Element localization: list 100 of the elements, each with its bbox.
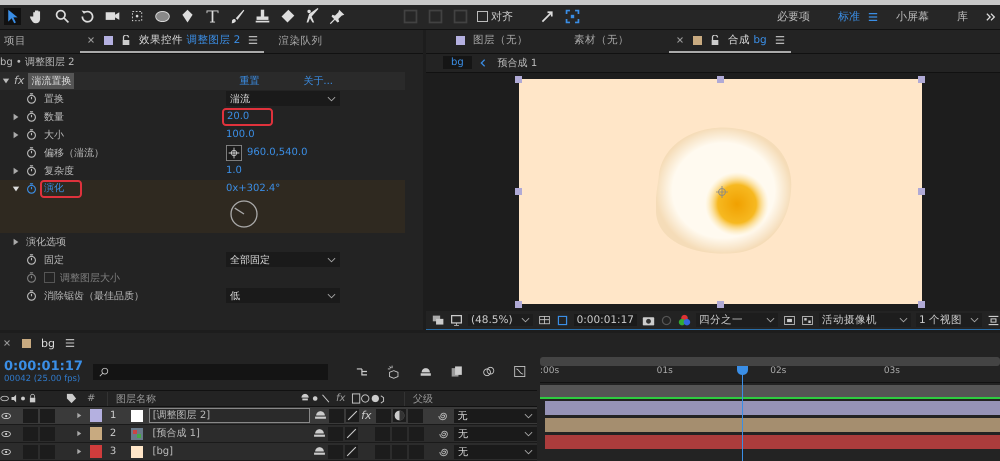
eye-icon[interactable] [1, 430, 12, 438]
mask-icon[interactable] [556, 314, 569, 326]
chevron-icon[interactable] [986, 12, 996, 22]
effect-switch[interactable]: fx [361, 409, 374, 422]
lock-icon[interactable] [710, 35, 720, 46]
fx-badge[interactable]: fx [14, 74, 24, 88]
resolution-dropdown[interactable]: 四分之一 [696, 313, 778, 327]
transparency-grid-icon[interactable] [800, 314, 814, 326]
layer-name[interactable]: [bg] [148, 444, 309, 459]
layer-bar[interactable] [545, 434, 1000, 448]
effect-name[interactable]: 湍流置换 [28, 72, 74, 89]
stopwatch-icon[interactable] [26, 254, 37, 266]
label-color-swatch[interactable] [90, 445, 102, 458]
transform-handle[interactable] [918, 188, 925, 196]
stopwatch-icon[interactable] [26, 129, 37, 140]
column-header[interactable]: 图层名称 [107, 392, 300, 406]
stopwatch-icon[interactable] [26, 183, 37, 194]
twirl-icon[interactable] [76, 412, 83, 419]
label-color-swatch[interactable] [90, 427, 102, 440]
panel-tab[interactable]: 渲染队列 [278, 34, 322, 48]
stopwatch-icon[interactable] [26, 147, 37, 158]
panel-tab[interactable]: 效果控件 调整图层 2 [139, 33, 240, 48]
search-field[interactable] [92, 364, 328, 380]
layer-row[interactable]: 2 [预合成 1] 无 [0, 425, 537, 443]
property-row[interactable]: 偏移（湍流） 960.0,540.0 [0, 144, 406, 162]
snap-checkbox[interactable] [477, 11, 488, 22]
parent-dropdown[interactable]: 无 [454, 408, 537, 422]
layer-bar[interactable] [545, 418, 1000, 432]
twirl-icon[interactable] [76, 430, 83, 437]
stopwatch-icon[interactable] [26, 111, 37, 122]
quality-icon[interactable] [344, 445, 358, 458]
rotate-tool-icon[interactable] [79, 8, 96, 26]
twirl-icon[interactable] [12, 184, 20, 193]
region-icon[interactable] [782, 314, 796, 326]
label-color-swatch[interactable] [90, 409, 102, 422]
eye-icon[interactable] [1, 412, 12, 420]
draft-3d-icon[interactable] [387, 364, 401, 379]
property-dropdown[interactable]: 全部固定 [226, 252, 340, 268]
property-dropdown[interactable]: 低 [226, 288, 340, 304]
layer-row[interactable]: 3 [bg] 无 [0, 443, 537, 461]
panel-tab[interactable]: 素材（无） [574, 33, 630, 48]
layer-name[interactable]: [预合成 1] [148, 426, 309, 441]
parent-dropdown[interactable]: 无 [454, 426, 537, 440]
twirl-icon[interactable] [12, 112, 20, 121]
layer-bar[interactable] [545, 400, 1000, 414]
twirl-icon[interactable] [12, 238, 20, 246]
work-area-band[interactable] [540, 385, 1000, 399]
puppet-pin-tool-icon[interactable] [329, 8, 346, 26]
property-row[interactable]: 置换 湍流 [0, 90, 406, 108]
zoom-tool-icon[interactable] [54, 8, 71, 26]
property-value[interactable]: 960.0,540.0 [247, 147, 308, 158]
twirl-icon[interactable] [76, 448, 83, 455]
parent-dropdown[interactable]: 无 [454, 444, 537, 458]
menu-icon[interactable] [868, 12, 878, 22]
menu-icon[interactable] [774, 35, 785, 46]
menu-icon[interactable] [248, 35, 258, 46]
crosshair-icon[interactable] [226, 144, 242, 161]
stopwatch-icon[interactable] [26, 165, 37, 176]
transform-handle[interactable] [716, 300, 724, 308]
monitor-icon[interactable] [450, 314, 464, 326]
transform-handle[interactable] [515, 300, 522, 308]
property-value[interactable]: 1.0 [226, 165, 242, 176]
layers-icon[interactable] [432, 314, 446, 326]
switch-cell[interactable] [329, 408, 344, 422]
pick-whip-icon[interactable] [437, 410, 449, 422]
transform-handle[interactable] [918, 300, 925, 308]
close-icon[interactable] [86, 35, 96, 46]
toggle-view-icon[interactable] [987, 314, 1000, 326]
angle-dial[interactable] [230, 200, 258, 228]
brush-tool-icon[interactable] [229, 8, 246, 26]
switch-cell[interactable] [376, 408, 392, 422]
zoom-dropdown[interactable]: (48.5%) [468, 314, 533, 326]
switch-cell[interactable] [23, 408, 38, 422]
anchor-point-icon[interactable] [716, 186, 728, 198]
timeline-tab[interactable]: bg [41, 336, 55, 350]
shy-icon[interactable] [312, 427, 326, 440]
stopwatch-icon[interactable] [26, 93, 37, 104]
selection-tool-icon[interactable] [4, 8, 21, 26]
property-row[interactable]: 演化选项 [0, 232, 406, 251]
transform-handle[interactable] [716, 76, 724, 83]
about-link[interactable]: 关于... [303, 74, 333, 88]
layer-row[interactable]: 1 [调整图层 2] fx 无 [0, 407, 537, 425]
property-row[interactable]: 演化 0x+302.4° [0, 180, 406, 233]
workspace-tab[interactable]: 必要项 [777, 9, 810, 24]
transform-handle[interactable] [515, 188, 522, 196]
grid-icon[interactable] [538, 314, 551, 326]
frame-blending-icon[interactable] [450, 364, 464, 379]
property-row[interactable]: 复杂度 1.0 [0, 162, 406, 180]
close-icon[interactable] [2, 338, 12, 348]
transform-handle[interactable] [918, 76, 925, 83]
camera-dropdown[interactable]: 活动摄像机 [818, 313, 911, 327]
menu-icon[interactable] [64, 338, 75, 348]
shy-icon[interactable] [312, 445, 326, 458]
twirl-icon[interactable] [2, 76, 10, 85]
adjustment-layer-icon[interactable] [393, 409, 406, 422]
views-dropdown[interactable]: 1 个视图 [916, 313, 982, 327]
property-row[interactable]: 大小 100.0 [0, 126, 406, 144]
reset-link[interactable]: 重置 [239, 74, 260, 88]
color-channels-icon[interactable] [678, 314, 691, 326]
panel-tab[interactable]: 项目 [4, 34, 26, 48]
